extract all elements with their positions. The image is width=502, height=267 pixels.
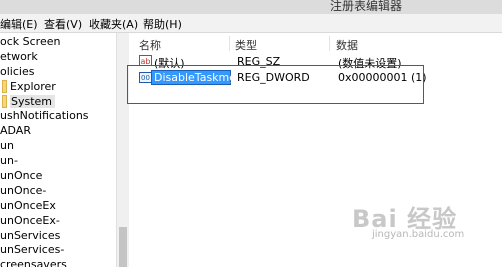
tree-node-label: ADAR [0,124,31,137]
column-header-type[interactable]: 类型 [235,37,257,53]
tree-node-policies[interactable]: olicies [0,65,34,79]
watermark-url: jingyan.baidu.com [372,229,465,240]
tree-node-label: un [0,139,14,152]
tree-node-screensavers[interactable]: creensavers [0,258,67,267]
column-header-data[interactable]: 数据 [336,37,358,53]
tree-node-label: ock Screen [0,35,61,48]
tree-node-run[interactable]: un [0,139,14,153]
tree-node-label: unOnceEx- [0,214,60,227]
registry-key-tree: ock Screen etwork olicies Explorer Syste… [0,33,129,267]
tree-node-label: unServices- [0,243,65,256]
tree-node-label: creensavers [0,258,67,267]
tree-scrollbar-thumb[interactable] [119,227,127,267]
tree-node-run-services-dash[interactable]: unServices- [0,243,64,257]
tree-node-system[interactable]: System [2,95,56,109]
tree-node-label: unServices [0,229,61,242]
menu-edit[interactable]: 编辑(E) [0,16,38,32]
title-bar: 注册表编辑器 [0,0,502,14]
tree-node-lock-screen[interactable]: ock Screen [0,35,60,49]
tree-node-run-once-dash[interactable]: unOnce- [0,184,46,198]
tree-node-label: etwork [0,50,38,63]
tree-node-push-notifications[interactable]: ushNotifications [0,109,89,123]
folder-icon [2,80,7,93]
tree-node-label: ushNotifications [0,109,89,122]
tree-node-run-once[interactable]: unOnce [0,169,42,183]
tree-node-label: Explorer [10,80,56,93]
tree-node-label: olicies [0,65,35,78]
menu-help[interactable]: 帮助(H) [143,16,182,32]
tree-node-label: unOnce- [0,184,47,197]
tree-node-run-once-ex[interactable]: unOnceEx [0,199,56,213]
tree-node-run-once-ex-dash[interactable]: unOnceEx- [0,214,60,228]
folder-icon [2,95,7,108]
tree-node-run-dash[interactable]: un- [0,154,18,168]
tree-node-label: unOnceEx [0,199,56,212]
tree-node-label: unOnce [0,169,43,182]
column-header-name[interactable]: 名称 [139,37,161,53]
column-divider[interactable] [229,36,230,51]
tree-node-radar[interactable]: ADAR [0,124,31,138]
menu-favorites[interactable]: 收藏夹(A) [89,16,138,32]
tree-node-label: System [10,95,56,108]
menu-view[interactable]: 查看(V) [44,16,82,32]
column-divider[interactable] [329,36,330,51]
tree-node-label: un- [0,154,18,167]
menu-bar: 编辑(E) 查看(V) 收藏夹(A) 帮助(H) [0,14,502,33]
tree-node-network[interactable]: etwork [0,50,38,64]
tree-node-explorer[interactable]: Explorer [2,80,56,94]
annotation-highlight-box [127,65,424,104]
tree-node-run-services[interactable]: unServices [0,229,60,243]
window-title: 注册表编辑器 [330,0,403,13]
